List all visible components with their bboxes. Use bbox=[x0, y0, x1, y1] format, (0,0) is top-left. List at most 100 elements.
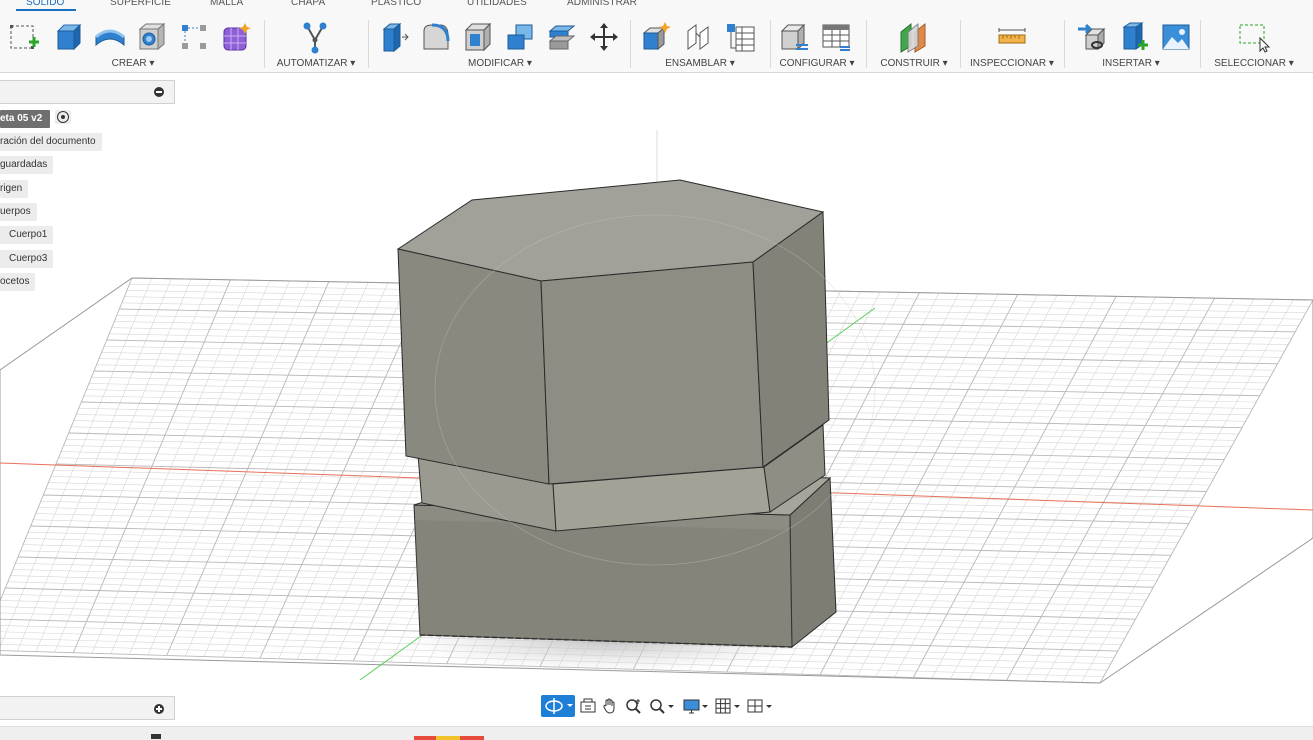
group-inspeccionar: INSPECCIONAR ▾ bbox=[964, 14, 1060, 72]
zoom-window-icon bbox=[650, 699, 674, 714]
form-icon bbox=[223, 23, 251, 51]
tab-superficie[interactable]: SUPERFICIE bbox=[110, 0, 171, 8]
separator bbox=[630, 20, 631, 68]
separator bbox=[368, 20, 369, 68]
split-icon bbox=[548, 25, 576, 50]
sketch-icon bbox=[10, 25, 39, 49]
fillet-icon bbox=[423, 23, 450, 50]
combine-button[interactable] bbox=[502, 18, 538, 56]
insert-canvas-button[interactable] bbox=[1158, 18, 1194, 56]
browser-header bbox=[0, 80, 175, 104]
zoom-button[interactable] bbox=[623, 695, 645, 717]
hex-front-face[interactable] bbox=[540, 261, 764, 485]
insertar-menu[interactable]: INSERTAR ▾ bbox=[1068, 58, 1194, 69]
joint-button[interactable] bbox=[680, 18, 716, 56]
seleccionar-menu[interactable]: SELECCIONAR ▾ bbox=[1206, 58, 1302, 69]
pattern-button[interactable] bbox=[176, 18, 212, 56]
move-button[interactable] bbox=[586, 18, 622, 56]
orbit-button[interactable] bbox=[541, 695, 575, 717]
browser-item-origin[interactable]: rigen bbox=[0, 180, 29, 198]
grid-line bbox=[1006, 297, 1215, 681]
fit-button[interactable] bbox=[647, 695, 677, 717]
new-component-button[interactable] bbox=[638, 18, 674, 56]
fusion-window: SÓLIDO SUPERFICIE MALLA CHAPA PLÁSTICO U… bbox=[0, 0, 1313, 740]
canvas-viewport[interactable] bbox=[0, 0, 1313, 740]
crear-menu[interactable]: CREAR ▾ bbox=[6, 58, 260, 69]
configure-button[interactable] bbox=[776, 18, 812, 56]
shell-icon bbox=[464, 22, 492, 52]
press-pull-icon bbox=[382, 22, 409, 53]
insert-component-button[interactable] bbox=[1116, 18, 1152, 56]
timeline-playhead-icon[interactable] bbox=[151, 734, 161, 739]
press-pull-button[interactable] bbox=[376, 18, 412, 56]
browser-item-bodies[interactable]: uerpos bbox=[0, 203, 37, 221]
automate-button[interactable] bbox=[297, 18, 333, 56]
modificar-menu[interactable]: MODIFICAR ▾ bbox=[374, 58, 626, 69]
browser-collapse-button[interactable] bbox=[154, 87, 164, 97]
ensamblar-menu[interactable]: ENSAMBLAR ▾ bbox=[634, 58, 766, 69]
group-automatizar: AUTOMATIZAR ▾ bbox=[270, 14, 362, 72]
extrude-button[interactable] bbox=[50, 18, 86, 56]
display-settings-button[interactable] bbox=[681, 695, 711, 717]
browser-item-document-settings[interactable]: ración del documento bbox=[0, 133, 102, 151]
timeline-marker-red[interactable] bbox=[414, 736, 436, 740]
inspeccionar-menu[interactable]: INSPECCIONAR ▾ bbox=[964, 58, 1060, 69]
tab-administrar[interactable]: ADMINISTRAR bbox=[567, 0, 637, 8]
hole-button[interactable] bbox=[134, 18, 170, 56]
automatizar-menu[interactable]: AUTOMATIZAR ▾ bbox=[270, 58, 362, 69]
pan-button[interactable] bbox=[599, 695, 621, 717]
insert-component-icon bbox=[1122, 22, 1148, 50]
viewports-button[interactable] bbox=[745, 695, 775, 717]
add-comment-button[interactable] bbox=[154, 704, 164, 714]
navigation-bar bbox=[541, 695, 773, 719]
tab-utilidades[interactable]: UTILIDADES bbox=[467, 0, 527, 8]
timeline-marker-red-2[interactable] bbox=[460, 736, 484, 740]
tab-plastico[interactable]: PLÁSTICO bbox=[371, 0, 421, 8]
look-at-button[interactable] bbox=[577, 695, 599, 717]
new-component-icon bbox=[642, 22, 671, 51]
browser-item-sketches[interactable]: ocetos bbox=[0, 273, 36, 291]
form-button[interactable] bbox=[218, 18, 254, 56]
browser-root-node[interactable]: eta 05 v2 bbox=[0, 110, 51, 128]
grid-icon bbox=[715, 698, 740, 714]
tab-malla[interactable]: MALLA bbox=[210, 0, 243, 8]
select-window-icon bbox=[1239, 24, 1271, 53]
construir-menu[interactable]: CONSTRUIR ▾ bbox=[872, 58, 956, 69]
active-tab-indicator bbox=[16, 9, 76, 11]
group-configurar: CONFIGURAR ▾ bbox=[774, 14, 860, 72]
browser-item-named-views[interactable]: guardadas bbox=[0, 156, 54, 174]
base-shade bbox=[414, 520, 792, 647]
grid-settings-button[interactable] bbox=[713, 695, 743, 717]
separator bbox=[866, 20, 867, 68]
display-monitor-icon bbox=[683, 699, 708, 714]
insert-derive-button[interactable] bbox=[1074, 18, 1110, 56]
viewports-icon bbox=[747, 699, 772, 713]
group-insertar: INSERTAR ▾ bbox=[1068, 14, 1194, 72]
measure-button[interactable] bbox=[994, 18, 1030, 56]
fillet-button[interactable] bbox=[418, 18, 454, 56]
look-at-icon bbox=[580, 698, 596, 713]
activate-radio-icon[interactable] bbox=[55, 110, 71, 124]
configure-icon bbox=[780, 23, 808, 51]
tab-solido[interactable]: SÓLIDO bbox=[26, 0, 64, 8]
revolve-button[interactable] bbox=[92, 18, 128, 56]
browser-item-cuerpo3[interactable]: Cuerpo3 bbox=[0, 250, 54, 268]
separator bbox=[960, 20, 961, 68]
hex-left-face[interactable] bbox=[397, 248, 550, 485]
offset-plane-button[interactable] bbox=[896, 18, 932, 56]
create-sketch-button[interactable] bbox=[6, 18, 42, 56]
config-table-button[interactable] bbox=[818, 18, 854, 56]
bom-button[interactable] bbox=[722, 18, 758, 56]
grid-line bbox=[1099, 299, 1313, 684]
configurar-menu[interactable]: CONFIGURAR ▾ bbox=[774, 58, 860, 69]
select-button[interactable] bbox=[1236, 18, 1272, 56]
offset-plane-icon bbox=[900, 22, 926, 53]
timeline-marker-yellow[interactable] bbox=[436, 736, 460, 740]
browser-item-cuerpo1[interactable]: Cuerpo1 bbox=[0, 226, 54, 244]
shell-button[interactable] bbox=[460, 18, 496, 56]
group-seleccionar: SELECCIONAR ▾ bbox=[1206, 14, 1302, 72]
tab-chapa[interactable]: CHAPA bbox=[291, 0, 325, 8]
split-button[interactable] bbox=[544, 18, 580, 56]
move-icon bbox=[590, 23, 618, 51]
insert-link-icon bbox=[1078, 23, 1106, 51]
